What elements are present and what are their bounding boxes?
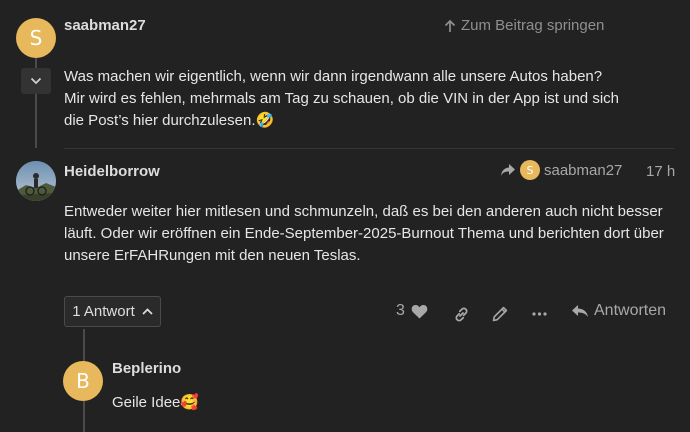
jump-label: Zum Beitrag springen	[461, 17, 605, 34]
replies-label: 1 Antwort	[72, 303, 135, 320]
reply-to-username: saabman27	[544, 161, 623, 179]
post-body: Entweder weiter hier mitlesen und schmun…	[64, 201, 684, 267]
post-line: die Post’s hier durchzulesen.🤣	[64, 112, 275, 129]
reply-to-indicator[interactable]: S saabman27	[500, 160, 622, 180]
username[interactable]: saabman27	[64, 17, 146, 34]
reply-button[interactable]: Antworten	[571, 302, 666, 320]
expand-chevron-button[interactable]	[21, 68, 51, 94]
share-reply-icon	[500, 163, 516, 177]
reply-to-avatar-letter: S	[526, 163, 534, 177]
avatar[interactable]	[16, 161, 56, 201]
username[interactable]: Heidelborrow	[64, 163, 160, 180]
pencil-icon	[492, 306, 508, 322]
post-heidelborrow: Heidelborrow S saabman27 17 h Entweder w…	[0, 149, 690, 432]
post-line: läuft. Oder wir eröffnen ein Ende-Septem…	[64, 225, 664, 242]
avatar[interactable]: B	[63, 361, 103, 401]
post-time[interactable]: 17 h	[646, 163, 675, 180]
arrow-up-icon	[444, 19, 456, 33]
post-saabman27: S saabman27 Zum Beitrag springen Was mac…	[0, 0, 690, 148]
heart-icon	[411, 304, 428, 319]
reply-arrow-icon	[571, 304, 589, 318]
copy-link-button[interactable]	[451, 304, 471, 324]
reply-label: Antworten	[594, 302, 667, 319]
edit-button[interactable]	[490, 304, 510, 324]
link-icon	[453, 306, 470, 323]
replies-toggle-button[interactable]: 1 Antwort	[64, 296, 161, 327]
avatar-letter: B	[76, 369, 90, 393]
chevron-down-icon	[30, 77, 42, 85]
post-body: Was machen wir eigentlich, wenn wir dann…	[64, 66, 664, 132]
post-line: unsere ErFAHRungen mit den neuen Teslas.	[64, 247, 361, 264]
reply-to-avatar: S	[520, 160, 540, 180]
post-line: Entweder weiter hier mitlesen und schmun…	[64, 203, 663, 220]
jump-to-post-link[interactable]: Zum Beitrag springen	[444, 17, 604, 34]
more-options-button[interactable]	[529, 304, 549, 324]
post-body: Geile Idee🥰	[112, 394, 200, 411]
avatar-letter: S	[29, 26, 43, 50]
avatar[interactable]: S	[16, 18, 56, 58]
post-line: Was machen wir eigentlich, wenn wir dann…	[64, 68, 603, 85]
ellipsis-icon	[531, 312, 547, 316]
chevron-up-icon	[142, 308, 153, 315]
like-button[interactable]: 3	[396, 302, 428, 320]
post-line: Mir wird es fehlen, mehrmals am Tag zu s…	[64, 90, 619, 107]
like-count: 3	[396, 302, 405, 319]
username[interactable]: Beplerino	[112, 360, 181, 377]
avatar-photo	[16, 161, 56, 201]
